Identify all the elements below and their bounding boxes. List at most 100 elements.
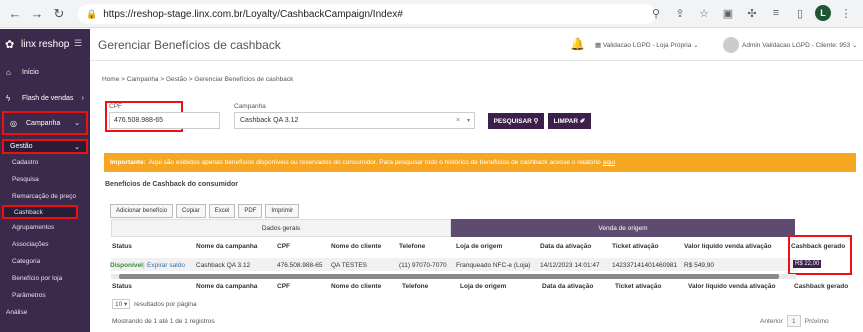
pdf-button[interactable]: PDF (238, 204, 263, 218)
profile-avatar[interactable]: L (815, 5, 831, 21)
cpf-input[interactable]: 476.508.988-65 (109, 112, 220, 129)
clear-select-icon[interactable]: × (456, 117, 460, 124)
logo-text: linx reshop (21, 38, 70, 50)
bell-icon[interactable]: 🔔 (570, 37, 585, 51)
cell-cashback: R$ 22,00 (793, 260, 822, 268)
col-phone[interactable]: Telefone (399, 243, 425, 250)
col-date[interactable]: Data da ativação (540, 243, 591, 250)
page-number-button[interactable]: 1 (786, 315, 801, 327)
cell-client: QA TESTES (331, 262, 368, 269)
sidebar-sub-beneficio-loja[interactable]: Benefício por loja (0, 270, 90, 287)
clear-button[interactable]: LIMPAR ✐ (548, 113, 591, 129)
cell-phone: (11) 97070-7070 (399, 262, 447, 269)
foot-col-cpf: CPF (277, 283, 290, 290)
report-link[interactable]: aqui (603, 159, 615, 166)
puzzle-icon[interactable]: ✣ (743, 4, 761, 22)
banner-strong: Importante: (110, 159, 146, 166)
print-button[interactable]: Imprimir (265, 204, 300, 218)
copy-button[interactable]: Copiar (176, 204, 206, 218)
sidebar-sub-associacoes[interactable]: Associações (0, 236, 90, 253)
sidebar-sub-cashback[interactable]: Cashback (2, 205, 78, 219)
page-size-select[interactable]: 10 ▾ (112, 299, 131, 309)
sidebar-item-label: Início (22, 68, 39, 76)
menu-kebab-icon[interactable]: ⋮ (837, 4, 855, 22)
table-tools: Adicionar benefício Copiar Excel PDF Imp… (110, 204, 300, 218)
store-selector[interactable]: ▦ Validacao LGPD - Loja Própria ⌄ (595, 41, 699, 49)
prev-page-button[interactable]: Anterior (760, 318, 783, 325)
col-ticket[interactable]: Ticket ativação (612, 243, 659, 250)
section-title: Benefícios de Cashback do consumidor (105, 181, 239, 188)
sidebar-item-campanha[interactable]: ◎ Campanha ⌄ (2, 111, 88, 135)
extension-icon[interactable]: ▣ (719, 4, 737, 22)
cell-ticket: 142337141401460981 (612, 262, 678, 269)
foot-col-ticket: Ticket ativação (615, 283, 662, 290)
cashback-highlight (788, 235, 852, 275)
campaign-label: Campanha (234, 103, 266, 110)
sidebar-item-flash[interactable]: ϟ Flash de vendas › (0, 85, 90, 111)
star-icon[interactable]: ☆ (695, 4, 713, 22)
media-icon[interactable]: ≡ (767, 4, 785, 22)
col-cpf[interactable]: CPF (277, 243, 290, 250)
sidepanel-icon[interactable]: ▯ (791, 4, 809, 22)
add-benefit-button[interactable]: Adicionar benefício (110, 204, 174, 218)
cell-value: R$ 549,90 (684, 262, 714, 269)
address-bar[interactable]: 🔒 https://reshop-stage.linx.com.br/Loyal… (78, 4, 656, 24)
sidebar-item-analise[interactable]: Análise (0, 304, 90, 321)
sidebar-item-gestao[interactable]: Gestão ⌄ (2, 139, 88, 154)
user-menu[interactable]: Admin Validacao LGPD - Cliente: 953 ⌄ (742, 41, 858, 49)
col-campaign[interactable]: Nome da campanha (196, 243, 257, 250)
page-size-control: 10 ▾ resultados por página (112, 299, 197, 309)
back-icon[interactable]: ← (4, 3, 26, 25)
search-button[interactable]: PESQUISAR ⚲ (488, 113, 544, 129)
url-path: /Loyalty/CashbackCampaign/Index# (242, 8, 403, 20)
pagination: Anterior 1 Próximo (760, 315, 829, 327)
share-icon[interactable]: ⇪ (671, 4, 689, 22)
col-client[interactable]: Nome do cliente (331, 243, 381, 250)
scrollbar-thumb[interactable] (119, 274, 779, 279)
horizontal-scrollbar[interactable] (111, 274, 796, 279)
sidebar-sub-pesquisa[interactable]: Pesquisa (0, 171, 90, 188)
campaign-select[interactable]: Cashback QA 3.12 × ▾ (234, 112, 475, 129)
chevron-down-icon: ⌄ (74, 120, 80, 127)
records-info: Mostrando de 1 até 1 de 1 registros (112, 318, 215, 325)
store-name: Validacao LGPD - Loja Própria (602, 42, 692, 49)
sidebar-sub-cadastro[interactable]: Cadastro (0, 154, 90, 171)
foot-col-store: Loja de origem (460, 283, 507, 290)
chevron-down-icon: ▾ (466, 118, 470, 124)
zoom-icon[interactable]: ⚲ (647, 4, 665, 22)
search-button-label: PESQUISAR (493, 117, 532, 125)
browser-toolbar: ← → ↻ 🔒 https://reshop-stage.linx.com.br… (0, 0, 863, 28)
col-store[interactable]: Loja de origem (456, 243, 502, 250)
sidebar-item-inicio[interactable]: ⌂ Início (0, 59, 90, 85)
sidebar-sub-agrupamentos[interactable]: Agrupamentos (0, 219, 90, 236)
menu-toggle-icon[interactable]: ☰ (74, 38, 82, 49)
foot-col-cashback: Cashback gerado (794, 283, 849, 290)
group-header-origin: Venda de origem (451, 219, 795, 237)
target-icon: ◎ (10, 118, 17, 128)
user-name: Admin Validacao LGPD - Cliente: 953 (742, 42, 851, 49)
sidebar-item-label: Flash de vendas (22, 94, 74, 102)
logo[interactable]: ✿ linx reshop ☰ (0, 29, 90, 59)
campaign-value: Cashback QA 3.12 (240, 117, 299, 124)
url-host: https://reshop-stage.linx.com.br (103, 8, 243, 20)
foot-col-value: Valor líquido venda ativação (688, 283, 776, 290)
cell-campaign: Cashback QA 3.12 (196, 262, 251, 269)
user-avatar[interactable] (723, 37, 739, 53)
col-status[interactable]: Status (112, 243, 132, 250)
chevron-right-icon: › (81, 94, 84, 102)
reload-icon[interactable]: ↻ (48, 3, 70, 25)
sidebar-sub-categoria[interactable]: Categoria (0, 253, 90, 270)
cpf-label: CPF (109, 103, 122, 110)
col-value[interactable]: Valor líquido venda ativação (684, 243, 771, 250)
excel-button[interactable]: Excel (208, 204, 236, 218)
expire-balance-link[interactable]: Expirar saldo (147, 262, 185, 269)
page-size-label: resultados por página (134, 301, 197, 308)
sidebar-sub-parametros[interactable]: Parâmetros (0, 287, 90, 304)
flash-icon: ϟ (6, 93, 11, 103)
clear-button-label: LIMPAR (553, 117, 579, 125)
sidebar-item-label: Campanha (26, 119, 61, 127)
sidebar-sub-remarcacao[interactable]: Remarcação de preço (0, 188, 90, 205)
next-page-button[interactable]: Próximo (805, 318, 829, 325)
forward-icon[interactable]: → (26, 3, 48, 25)
foot-col-campaign: Nome da campanha (196, 283, 258, 290)
